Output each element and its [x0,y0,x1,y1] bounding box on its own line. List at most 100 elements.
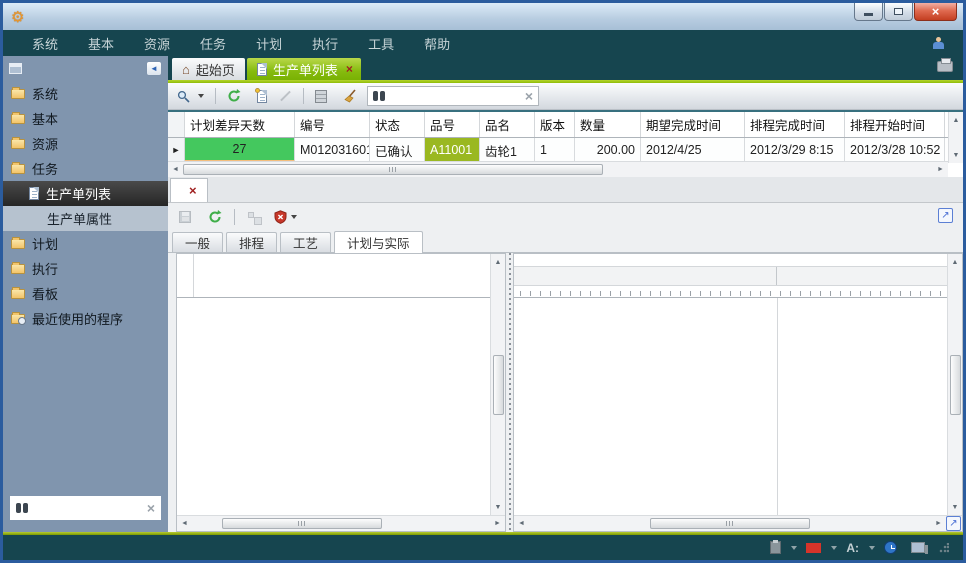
sidebar-item-任务[interactable]: 任务 [3,156,168,181]
column-header-状态[interactable]: 状态 [370,112,425,137]
menu-item-计划[interactable]: 计划 [241,34,297,53]
scroll-down-icon[interactable]: ▼ [491,500,506,514]
tab-close-icon[interactable]: × [346,62,353,76]
printer-icon[interactable] [937,61,953,72]
validate-button[interactable] [271,208,300,226]
status-language-menu[interactable] [806,543,837,553]
scroll-up-icon[interactable]: ▲ [948,255,963,269]
column-header-品号[interactable]: 品号 [425,112,480,137]
scroll-left-icon[interactable]: ◄ [514,517,529,531]
column-header-计划差异天数[interactable]: 计划差异天数 [185,112,295,137]
restore-button[interactable] [884,3,913,21]
cell: 200.00 [575,138,641,162]
user-area[interactable] [933,37,949,49]
status-task-menu[interactable] [770,541,797,554]
sidebar-search-clear-icon[interactable]: × [147,501,155,515]
gantt-rows [514,298,947,515]
link-button[interactable] [244,209,264,225]
scroll-right-icon[interactable]: ► [490,517,505,531]
scroll-down-icon[interactable]: ▼ [948,500,963,514]
subtab-工艺[interactable]: 工艺 [280,232,331,252]
tree-header-selector [177,254,194,297]
new-button[interactable] [254,88,270,105]
query-button[interactable] [174,88,207,105]
dropdown-icon [869,546,875,550]
sidebar-search-box[interactable]: × [10,496,161,520]
edit-button[interactable] [276,93,295,99]
gantt-pane: ▲ ▼ ◄ ► ↗ [513,253,963,532]
column-header-期望完成时间[interactable]: 期望完成时间 [641,112,745,137]
column-header-排程开始时间[interactable]: 排程开始时间 [845,112,945,137]
scroll-left-icon[interactable]: ◄ [168,163,183,177]
close-button[interactable]: × [914,3,957,21]
subtab-一般[interactable]: 一般 [172,232,223,252]
scroll-right-icon[interactable]: ► [933,163,948,177]
schedule-button[interactable] [312,88,334,105]
gantt-tick-ruler [514,286,947,297]
order-row[interactable]: ►27M012031601已确认A11001齿轮11200.002012/4/2… [168,138,948,163]
menu-item-工具[interactable]: 工具 [353,34,409,53]
sidebar-collapse-button[interactable]: ◄ [146,61,162,76]
detail-tab[interactable]: × [170,178,208,202]
subtab-排程[interactable]: 排程 [226,232,277,252]
subtab-计划与实际[interactable]: 计划与实际 [334,231,423,253]
save-button[interactable] [176,209,198,225]
resize-grip[interactable] [939,543,949,553]
cell: 1 [535,138,575,162]
tree-vertical-scrollbar[interactable]: ▲ ▼ [490,254,505,515]
scroll-thumb[interactable] [493,355,504,415]
scroll-right-icon[interactable]: ► [931,517,946,531]
scroll-left-icon[interactable]: ◄ [177,517,192,531]
minimize-button[interactable] [854,3,883,21]
sidebar-item-生产单属性[interactable]: 生产单属性 [3,206,168,231]
grid-horizontal-scrollbar[interactable]: ◄ ► [168,161,948,177]
tree-horizontal-scrollbar[interactable]: ◄ ► [177,515,505,531]
scroll-thumb[interactable] [950,355,961,415]
clean-button[interactable] [340,87,361,105]
scroll-up-icon[interactable]: ▲ [491,255,506,269]
sidebar-item-系统[interactable]: 系统 [3,81,168,106]
filter-input[interactable]: × [367,86,539,106]
sidebar-item-计划[interactable]: 计划 [3,231,168,256]
document-icon [29,187,39,200]
menu-item-系统[interactable]: 系统 [17,34,73,53]
menu-item-基本[interactable]: 基本 [73,34,129,53]
detail-tab-close-icon[interactable]: × [189,183,197,198]
column-header-编号[interactable]: 编号 [295,112,370,137]
gantt-horizontal-scrollbar[interactable]: ◄ ► ↗ [514,515,962,531]
gantt-vertical-scrollbar[interactable]: ▲ ▼ [947,254,962,515]
sidebar-item-生产单列表[interactable]: 生产单列表 [3,181,168,206]
column-header-品名[interactable]: 品名 [480,112,535,137]
tab-生产单列表[interactable]: 生产单列表× [247,58,361,80]
status-font-menu[interactable]: A: [846,541,875,555]
column-header-数量[interactable]: 数量 [575,112,641,137]
grid-vertical-scrollbar[interactable]: ▲ ▼ [948,112,963,163]
filter-clear-icon[interactable]: × [525,89,533,103]
menu-item-帮助[interactable]: 帮助 [409,34,465,53]
column-header-版本[interactable]: 版本 [535,112,575,137]
menu-item-资源[interactable]: 资源 [129,34,185,53]
sidebar-item-基本[interactable]: 基本 [3,106,168,131]
detail-refresh-button[interactable] [205,208,225,226]
pane-splitter[interactable] [506,253,513,532]
sidebar-item-资源[interactable]: 资源 [3,131,168,156]
sidebar-item-最近使用的程序[interactable]: 最近使用的程序 [3,306,168,331]
column-header-排程完成时间[interactable]: 排程完成时间 [745,112,845,137]
refresh-button[interactable] [224,87,248,105]
scroll-down-icon[interactable]: ▼ [949,148,964,162]
menu-item-执行[interactable]: 执行 [297,34,353,53]
cell: 2012/4/25 [641,138,745,162]
scroll-thumb[interactable] [222,518,382,529]
tab-起始页[interactable]: ⌂起始页 [172,58,245,80]
scroll-thumb[interactable] [183,164,603,175]
menu-item-任务[interactable]: 任务 [185,34,241,53]
query-dropdown-icon [198,94,204,98]
popout-icon[interactable]: ↗ [938,208,953,223]
gantt-popout-icon[interactable]: ↗ [946,516,961,531]
flag-icon [806,543,821,553]
scroll-thumb[interactable] [650,518,810,529]
scroll-up-icon[interactable]: ▲ [949,113,964,127]
sidebar-item-看板[interactable]: 看板 [3,281,168,306]
restore-icon [894,8,903,15]
sidebar-item-执行[interactable]: 执行 [3,256,168,281]
